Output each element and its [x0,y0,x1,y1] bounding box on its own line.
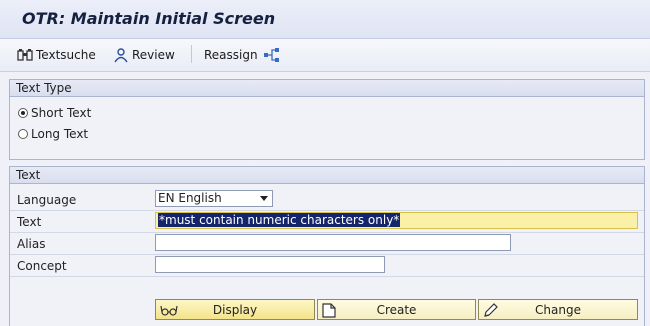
hierarchy-button[interactable] [263,45,284,65]
language-dropdown[interactable]: EN English [155,190,273,207]
alias-input[interactable] [155,234,511,251]
text-label: Text [17,215,42,229]
reassign-label: Reassign [204,48,258,62]
text-type-header: Text Type [10,80,644,97]
text-input[interactable]: *must contain numeric characters only* [155,212,638,229]
display-button[interactable]: Display [155,299,315,320]
language-value: EN English [158,191,222,205]
person-icon [114,48,128,63]
concept-row: Concept [10,255,644,277]
create-label: Create [376,302,417,317]
language-row: Language EN English [10,189,644,211]
review-button[interactable]: Review [113,45,175,65]
text-type-group: Text Type Short Text Long Text [9,79,645,160]
application-toolbar: Textsuche Review Reassign [0,39,650,72]
radio-selected-indicator [18,108,28,118]
alias-row: Alias [10,233,644,255]
textsuche-button[interactable]: Textsuche [17,45,96,65]
page-title: OTR: Maintain Initial Screen [22,9,276,28]
new-document-icon [322,303,336,318]
long-text-radio[interactable]: Long Text [18,127,88,141]
review-label: Review [132,48,175,62]
text-value: *must contain numeric characters only* [158,213,401,227]
language-label: Language [17,193,77,207]
text-group-header: Text [10,167,644,184]
change-button[interactable]: Change [478,299,638,320]
text-group: Text Language EN English Text *must cont… [9,166,645,326]
glasses-icon [160,305,178,316]
toolbar-divider [191,45,192,63]
change-label: Change [535,302,581,317]
text-row: Text *must contain numeric characters on… [10,211,644,233]
concept-input[interactable] [155,256,385,273]
reassign-button[interactable]: Reassign [204,45,258,65]
short-text-label: Short Text [31,106,92,120]
pencil-icon [484,303,498,317]
textsuche-label: Textsuche [36,48,96,62]
create-button[interactable]: Create [317,299,476,320]
binoculars-icon [17,49,33,61]
concept-label: Concept [17,259,67,273]
title-bar: OTR: Maintain Initial Screen [0,0,650,39]
radio-indicator [18,129,28,139]
alias-label: Alias [17,237,46,251]
display-label: Display [212,302,258,317]
dropdown-arrow-icon[interactable] [260,196,268,201]
short-text-radio[interactable]: Short Text [18,106,91,120]
long-text-label: Long Text [31,127,89,141]
hierarchy-icon [264,48,279,62]
